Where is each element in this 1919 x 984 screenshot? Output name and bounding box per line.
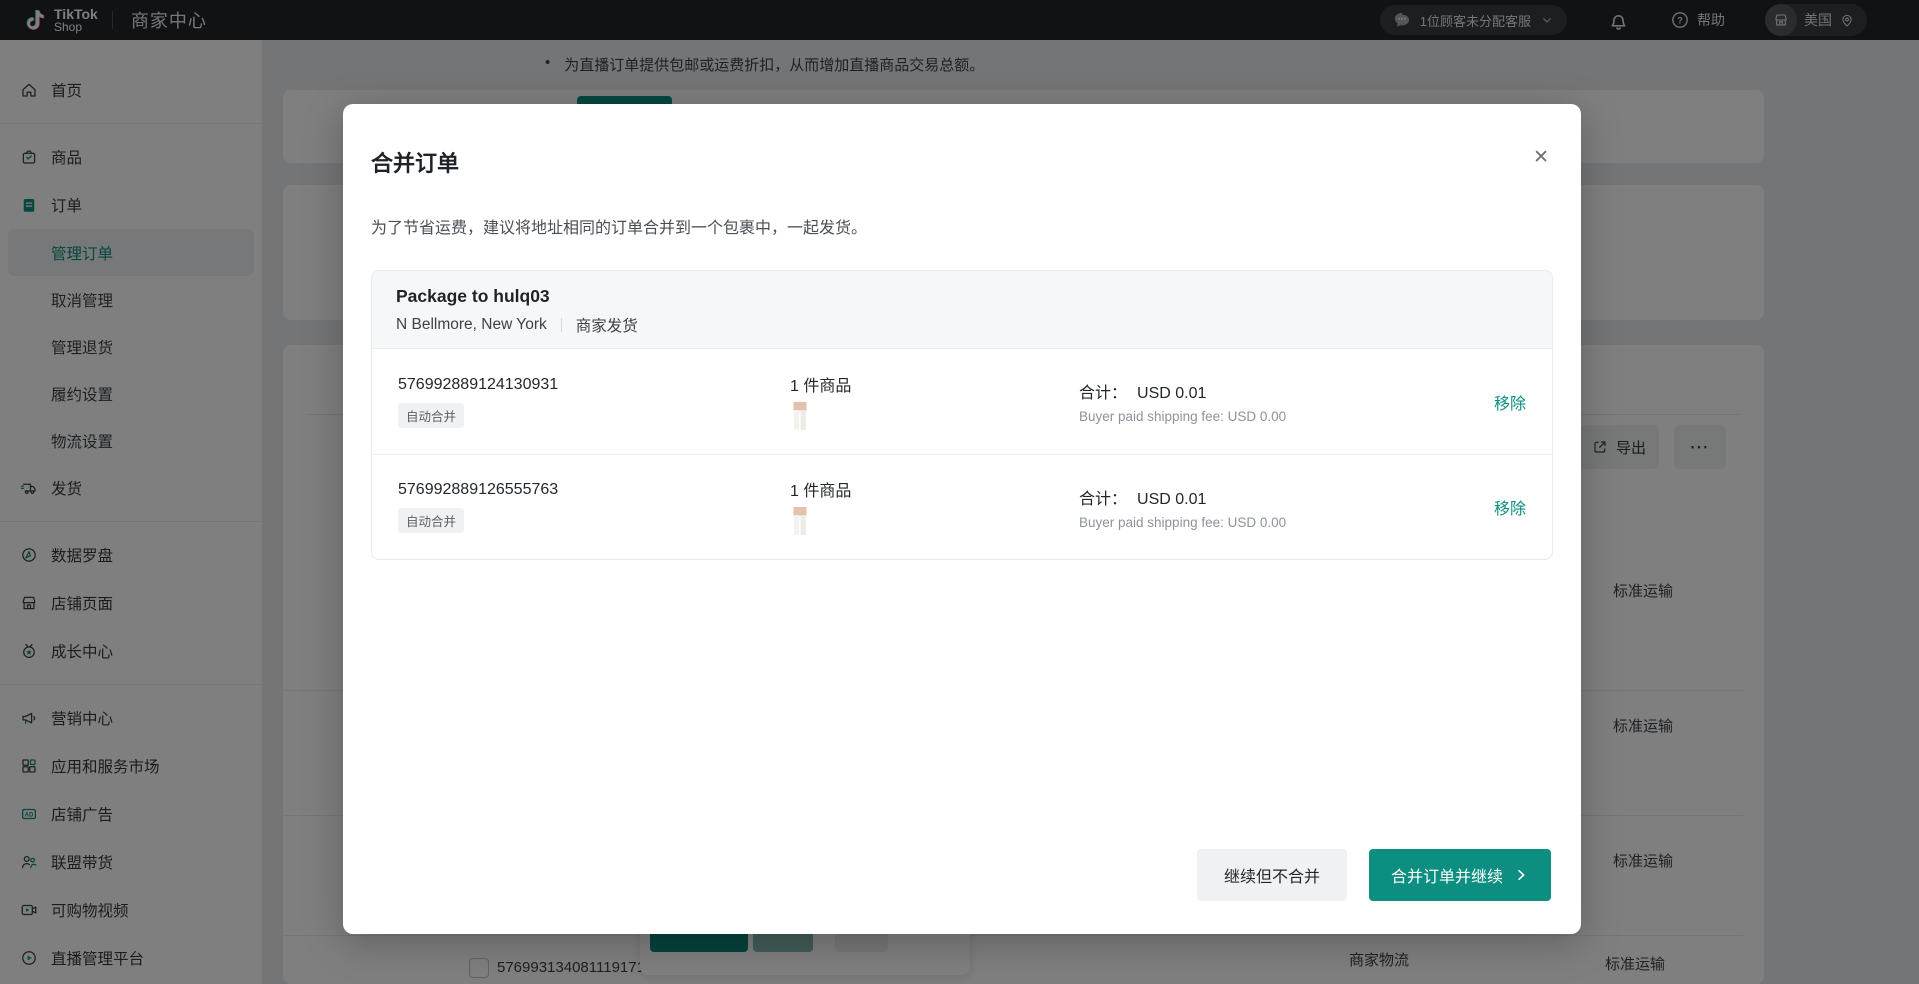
items-cell: 1 件商品 [790, 372, 1079, 432]
auto-merge-tag: 自动合并 [398, 508, 464, 533]
shipping-fee-note: Buyer paid shipping fee: USD 0.00 [1079, 515, 1450, 530]
order-row: 576992889124130931 自动合并 1 件商品合计： USD 0.01 Bu… [372, 349, 1552, 454]
total-line: 合计： USD 0.01 [1079, 379, 1450, 403]
items-cell: 1 件商品 [790, 477, 1079, 537]
order-rows: 576992889124130931自动合并1 件商品合计：USD 0.01Bu… [372, 349, 1552, 559]
page-root: TikTok Shop 商家中心 1位顾客未分配客服 [0, 0, 1919, 984]
totals-cell: 合计： USD 0.01 Buyer paid shipping fee: USD … [1079, 379, 1450, 424]
modal-title: 合并订单 [371, 146, 459, 178]
remove-order-link[interactable]: 移除 [1450, 390, 1526, 414]
total-label: 合计： [1079, 385, 1127, 402]
product-thumbnail [790, 507, 810, 537]
continue-without-merge-button[interactable]: 继续但不合并 [1197, 849, 1347, 901]
remove-order-link[interactable]: 移除 [1450, 495, 1526, 519]
subtitle-divider [561, 318, 562, 332]
order-id-cell: 576992889126555763 自动合并 [398, 481, 790, 533]
order-id: 576992889124130931 [398, 376, 790, 394]
total-value: USD 0.01 [1137, 491, 1206, 508]
merge-orders-modal: 合并订单 ✕ 为了节省运费，建议将地址相同的订单合并到一个包裹中，一起发货。 P… [343, 104, 1581, 934]
package-title: Package to hulq03 [396, 286, 1528, 307]
package-subtitle: N Bellmore, New York 商家发货 [396, 314, 1528, 336]
total-line: 合计： USD 0.01 [1079, 485, 1450, 509]
total-value: USD 0.01 [1137, 385, 1206, 402]
package-card: Package to hulq03 N Bellmore, New York 商… [371, 270, 1553, 560]
merge-and-continue-button[interactable]: 合并订单并继续 [1369, 849, 1551, 901]
package-address: N Bellmore, New York [396, 316, 547, 334]
package-fulfillment: 商家发货 [576, 314, 638, 336]
totals-cell: 合计： USD 0.01 Buyer paid shipping fee: USD … [1079, 485, 1450, 530]
item-count: 1 件商品 [790, 477, 1079, 501]
chevron-right-icon [1513, 867, 1529, 883]
modal-description: 为了节省运费，建议将地址相同的订单合并到一个包裹中，一起发货。 [371, 214, 867, 238]
merge-and-continue-label: 合并订单并继续 [1391, 863, 1503, 887]
close-icon[interactable]: ✕ [1533, 148, 1549, 167]
order-id-cell: 576992889124130931 自动合并 [398, 376, 790, 428]
modal-footer: 继续但不合并 合并订单并继续 [1197, 849, 1551, 901]
shipping-fee-note: Buyer paid shipping fee: USD 0.00 [1079, 409, 1450, 424]
item-count: 1 件商品 [790, 372, 1079, 396]
order-id: 576992889126555763 [398, 481, 790, 499]
package-card-header: Package to hulq03 N Bellmore, New York 商… [372, 271, 1552, 349]
total-label: 合计： [1079, 491, 1127, 508]
order-row: 576992889126555763 自动合并 1 件商品合计： USD 0.01 Bu… [372, 454, 1552, 559]
product-thumbnail [790, 402, 810, 432]
auto-merge-tag: 自动合并 [398, 403, 464, 428]
